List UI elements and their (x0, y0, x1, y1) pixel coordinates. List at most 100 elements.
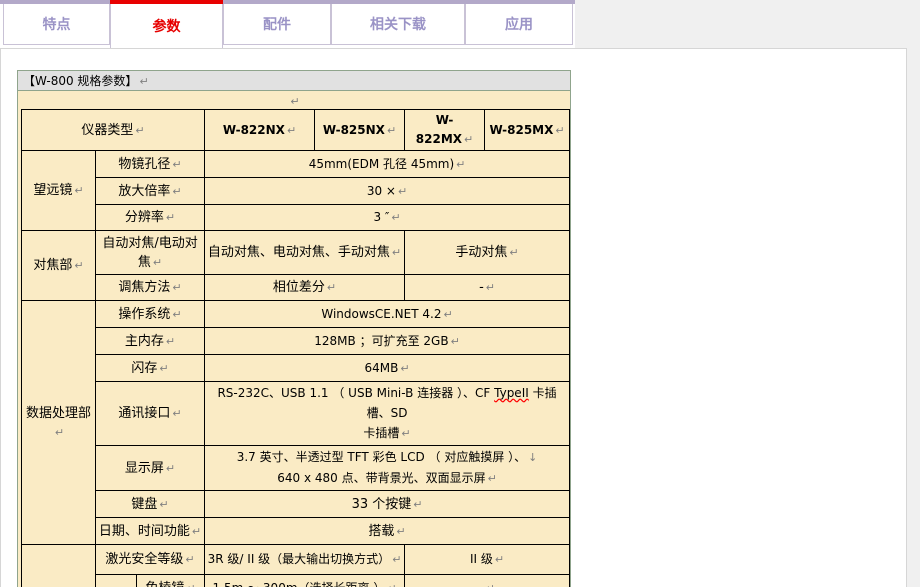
table-row: 日期、时间功能↵ 搭载↵ (22, 518, 570, 545)
label-aperture: 物镜孔径↵ (96, 151, 205, 178)
paragraph-mark-icon: ↵ (185, 553, 194, 566)
value-os: WindowsCE.NET 4.2↵ (205, 301, 570, 328)
paragraph-mark-icon: ↵ (400, 362, 409, 375)
table-row: 通讯接口↵ RS-232C、USB 1.1 （ USB Mini-B 连接器 ）… (22, 382, 570, 446)
label-memory: 主内存↵ (96, 328, 205, 355)
tab-applications[interactable]: 应用 (465, 4, 573, 45)
value-memory: 128MB ；可扩充至 2GB↵ (205, 328, 570, 355)
table-row: 测↵ 免棱镜↵ 1.5m ～ 300m（选择长距离 ）↵ -↵ (22, 575, 570, 587)
paragraph-mark-icon: ↵ (486, 582, 495, 587)
spec-table-title: 【W-800 规格参数】↵ (18, 71, 570, 91)
value-resolution: 3 ″↵ (205, 205, 570, 231)
paragraph-mark-icon: ↵ (486, 281, 495, 294)
table-row: 键盘↵ 33 个按键↵ (22, 491, 570, 518)
paragraph-mark-icon: ↵ (159, 498, 168, 511)
model-w822mx: W-822MX↵ (405, 110, 485, 151)
tab-downloads[interactable]: 相关下载 (331, 4, 465, 45)
paragraph-mark-icon: ↵ (387, 124, 396, 137)
model-w825mx: W-825MX↵ (485, 110, 570, 151)
label-display: 显示屏↵ (96, 446, 205, 491)
label-datetime: 日期、时间功能↵ (96, 518, 205, 545)
paragraph-mark-icon: ↵ (172, 407, 181, 420)
tab-content-panel: 【W-800 规格参数】↵ ↵ 仪器类型↵ W-822NX↵ W-825NX↵ … (0, 48, 907, 587)
value-reflectorless-nx: 1.5m ～ 300m（选择长距离 ）↵ (205, 575, 405, 587)
paragraph-mark-icon: ↵ (495, 553, 504, 566)
table-row: 仪器类型↵ W-822NX↵ W-825NX↵ W-822MX↵ W-825MX… (22, 110, 570, 151)
paragraph-mark-icon: ↵ (443, 308, 452, 321)
section-focusing: 对焦部↵ (22, 231, 96, 301)
value-interface-line2: 卡插槽↵ (207, 423, 567, 444)
paragraph-mark-icon: ↵ (172, 185, 181, 198)
paragraph-mark-icon: ↵ (159, 362, 168, 375)
label-reflectorless: 免棱镜↵ (137, 575, 205, 587)
model-w825nx: W-825NX↵ (315, 110, 405, 151)
value-reflectorless-mx: -↵ (405, 575, 570, 587)
value-autofocus-nx: 自动对焦、电动对焦、手动对焦↵ (205, 231, 405, 275)
value-magnification: 30 ×↵ (205, 178, 570, 205)
value-focus-method-nx: 相位差分↵ (205, 275, 405, 301)
paragraph-mark-icon: ↵ (139, 75, 148, 88)
paragraph-mark-icon: ↵ (55, 426, 64, 439)
paragraph-mark-icon: ↵ (392, 553, 401, 566)
page: 特点 参数 配件 相关下载 应用 【W-800 规格参数】↵ ↵ 仪器类型↵ W… (0, 0, 920, 587)
paragraph-mark-icon: ↵ (166, 462, 175, 475)
paragraph-mark-icon: ↵ (464, 133, 473, 146)
value-laser-nx: 3R 级/ II 级（最大输出切换方式）↵ (205, 545, 405, 575)
label-keyboard: 键盘↵ (96, 491, 205, 518)
page-right-gutter (907, 48, 920, 587)
table-row: 望远镜↵ 物镜孔径↵ 45mm(EDM 孔径 45mm)↵ (22, 151, 570, 178)
section-bottom-empty (22, 545, 96, 587)
paragraph-mark-icon: ↵ (166, 335, 175, 348)
table-row: 闪存↵ 64MB↵ (22, 355, 570, 382)
tab-features[interactable]: 特点 (3, 4, 110, 45)
paragraph-mark-icon: ↵ (451, 335, 460, 348)
header-instrument-type-label: 仪器类型↵ (22, 110, 205, 151)
label-flash: 闪存↵ (96, 355, 205, 382)
paragraph-mark-icon: ↵ (392, 246, 401, 259)
paragraph-mark-icon: ↵ (172, 281, 181, 294)
paragraph-mark-icon: ↵ (172, 308, 181, 321)
paragraph-mark-icon: ↵ (398, 185, 407, 198)
table-row: 主内存↵ 128MB ；可扩充至 2GB↵ (22, 328, 570, 355)
value-display-line2: 640 x 480 点、带背景光、双面显示屏↵ (207, 468, 567, 489)
label-autofocus: 自动对焦/电动对焦↵ (96, 231, 205, 275)
table-row: 放大倍率↵ 30 ×↵ (22, 178, 570, 205)
paragraph-mark-icon: ↵ (172, 158, 181, 171)
value-aperture: 45mm(EDM 孔径 45mm)↵ (205, 151, 570, 178)
label-laser-class: 激光安全等级↵ (96, 545, 205, 575)
label-magnification: 放大倍率↵ (96, 178, 205, 205)
tab-accessories[interactable]: 配件 (223, 4, 331, 45)
label-focus-method: 调焦方法↵ (96, 275, 205, 301)
value-display-line1: 3.7 英寸、半透过型 TFT 彩色 LCD （ 对应触摸屏 ）、↓ (207, 447, 567, 468)
spec-table: 仪器类型↵ W-822NX↵ W-825NX↵ W-822MX↵ W-825MX… (21, 109, 570, 587)
paragraph-mark-icon: ↵ (153, 256, 162, 269)
paragraph-mark-icon: ↵ (387, 582, 396, 587)
section-edm: 测↵ (96, 575, 137, 587)
paragraph-mark-icon: ↵ (509, 246, 518, 259)
value-interface-line1: RS-232C、USB 1.1 （ USB Mini-B 连接器 ）、CF Ty… (207, 383, 567, 423)
paragraph-mark-icon: ↵ (391, 211, 400, 224)
paragraph-mark-icon: ↵ (555, 124, 564, 137)
paragraph-mark-icon: ↵ (192, 525, 201, 538)
paragraph-mark-icon: ↵ (327, 281, 336, 294)
tab-bar: 特点 参数 配件 相关下载 应用 (0, 0, 920, 48)
paragraph-mark-icon: ↵ (186, 582, 195, 587)
value-laser-mx: II 级↵ (405, 545, 570, 575)
paragraph-mark-icon: ↵ (488, 472, 497, 485)
paragraph-mark-icon: ↵ (74, 259, 83, 272)
section-data-processing: 数据处理部↵ (22, 301, 96, 545)
tab-parameters[interactable]: 参数 (110, 4, 223, 48)
label-interface: 通讯接口↵ (96, 382, 205, 446)
section-telescope: 望远镜↵ (22, 151, 96, 231)
paragraph-mark-icon: ↵ (290, 95, 299, 108)
table-row: 显示屏↵ 3.7 英寸、半透过型 TFT 彩色 LCD （ 对应触摸屏 ）、↓ … (22, 446, 570, 491)
table-row: 数据处理部↵ 操作系统↵ WindowsCE.NET 4.2↵ (22, 301, 570, 328)
line-break-mark-icon: ↓ (528, 451, 537, 464)
table-row: 调焦方法↵ 相位差分↵ -↵ (22, 275, 570, 301)
paragraph-mark-icon: ↵ (456, 158, 465, 171)
tab-bar-right-filler (575, 0, 920, 48)
tab-list: 特点 参数 配件 相关下载 应用 (3, 4, 573, 48)
value-interface: RS-232C、USB 1.1 （ USB Mini-B 连接器 ）、CF Ty… (205, 382, 570, 446)
value-flash: 64MB↵ (205, 355, 570, 382)
spec-table-spacer: ↵ (18, 91, 570, 109)
